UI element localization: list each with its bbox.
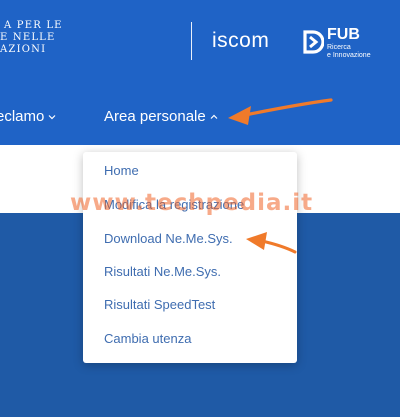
- nav-area-personale[interactable]: Area personale: [104, 108, 218, 126]
- menu-item-home[interactable]: Home: [104, 163, 139, 179]
- agency-line-2: E NELLE: [0, 32, 56, 43]
- area-personale-dropdown: Home Modifica la registrazione Download …: [83, 152, 297, 363]
- menu-item-cambia-utenza[interactable]: Cambia utenza: [104, 331, 191, 347]
- fub-mark-icon: [303, 30, 324, 54]
- menu-item-risultati-nemesys[interactable]: Risultati Ne.Me.Sys.: [104, 264, 221, 280]
- nav-reclamo[interactable]: eclamo: [0, 108, 56, 126]
- chevron-down-icon: [48, 115, 56, 120]
- fub-logo[interactable]: FUB Ricerca e Innovazione: [302, 26, 392, 66]
- nav-area-label: Area personale: [104, 108, 206, 125]
- fub-subtitle-line-1: Ricerca: [327, 44, 351, 51]
- menu-item-download-nemesys[interactable]: Download Ne.Me.Sys.: [104, 231, 233, 247]
- agency-logo-text[interactable]: A PER LE E NELLE AZIONI: [0, 20, 63, 56]
- fub-wordmark: FUB: [327, 26, 360, 43]
- iscom-logo[interactable]: iscom: [212, 30, 269, 52]
- nav-reclamo-label: eclamo: [0, 108, 45, 125]
- agency-line-3: AZIONI: [0, 44, 47, 55]
- menu-item-modifica-registrazione[interactable]: Modifica la registrazione: [104, 197, 244, 213]
- menu-item-risultati-speedtest[interactable]: Risultati SpeedTest: [104, 297, 215, 313]
- agency-line-1: A PER LE: [4, 20, 63, 31]
- chevron-up-icon: [210, 114, 218, 119]
- site-header: A PER LE E NELLE AZIONI iscom FUB Ricerc…: [0, 0, 400, 145]
- logo-divider: [191, 22, 192, 60]
- fub-subtitle: Ricerca e Innovazione: [327, 44, 371, 60]
- fub-subtitle-line-2: e Innovazione: [327, 52, 371, 59]
